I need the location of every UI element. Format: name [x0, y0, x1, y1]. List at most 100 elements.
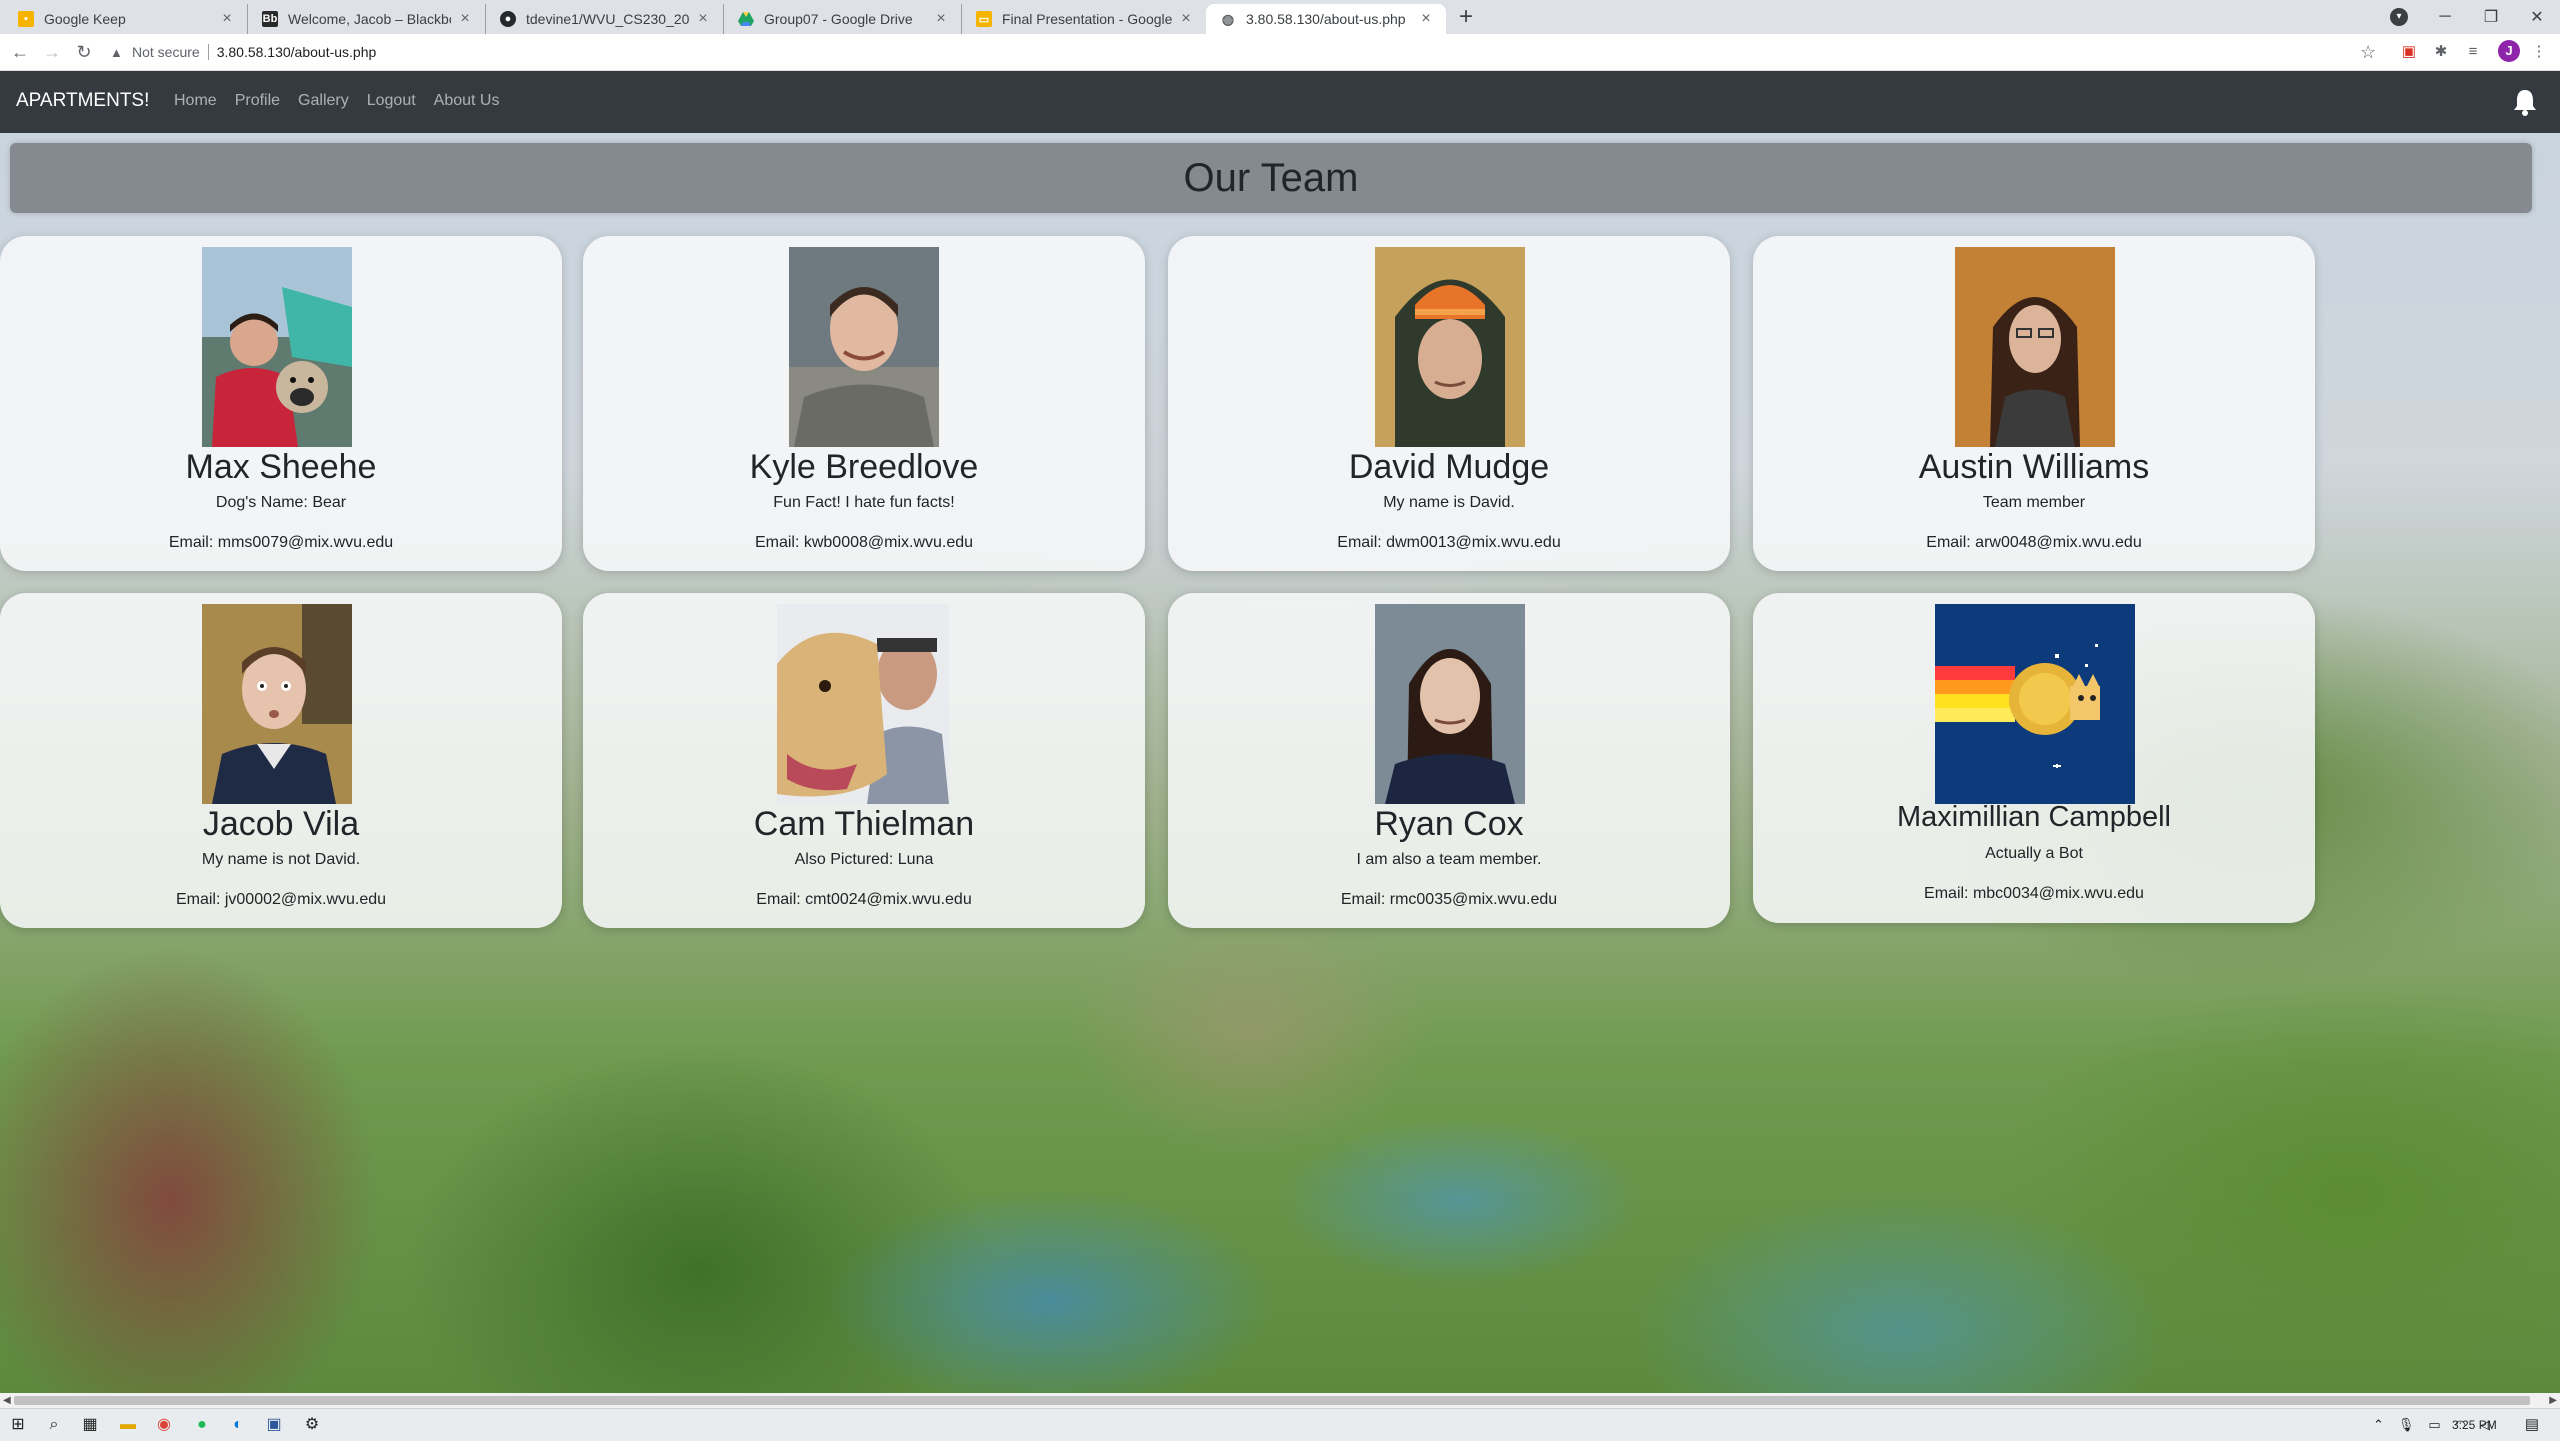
- file-explorer-icon[interactable]: ▬: [118, 1415, 138, 1435]
- member-photo: [1955, 247, 2115, 447]
- microphone-icon[interactable]: 🎙: [2398, 1417, 2415, 1433]
- nav-links: Home Profile Gallery Logout About Us: [174, 92, 517, 110]
- member-email: Email: kwb0008@mix.wvu.edu: [754, 534, 974, 551]
- tab-title: Group07 - Google Drive: [764, 11, 913, 27]
- member-email: Email: cmt0024@mix.wvu.edu: [756, 891, 972, 908]
- new-tab-button[interactable]: +: [1454, 5, 1478, 30]
- extensions-puzzle-icon[interactable]: ✱: [2432, 43, 2450, 61]
- media-icon[interactable]: ≡: [2464, 43, 2482, 61]
- close-icon[interactable]: ×: [695, 11, 711, 27]
- github-icon: ●: [500, 11, 516, 27]
- nav-link-about-us[interactable]: About Us: [434, 92, 500, 110]
- team-member-card: Ryan Cox I am also a team member. Email:…: [1168, 593, 1730, 928]
- horizontal-scrollbar[interactable]: ◀ ▶: [0, 1393, 2560, 1408]
- member-name: Kyle Breedlove: [749, 448, 979, 486]
- notification-bell-icon[interactable]: [2510, 87, 2540, 117]
- url-text[interactable]: 3.80.58.130/about-us.php: [217, 44, 377, 60]
- forward-icon[interactable]: →: [42, 42, 62, 62]
- search-icon[interactable]: ⌕: [44, 1415, 64, 1435]
- edge-icon[interactable]: ◐: [228, 1415, 248, 1435]
- task-view-icon[interactable]: ▦: [80, 1415, 100, 1435]
- member-email: Email: arw0048@mix.wvu.edu: [1926, 534, 2142, 551]
- globe-icon: ◍: [1221, 10, 1235, 27]
- restore-icon[interactable]: ❐: [2468, 0, 2514, 34]
- team-member-card: Jacob Vila My name is not David. Email: …: [0, 593, 562, 928]
- google-keep-icon: ▪: [18, 11, 34, 27]
- member-description: Also Pictured: Luna: [794, 851, 934, 868]
- member-name: Max Sheehe: [185, 448, 377, 486]
- tab-search-icon[interactable]: ▾: [2390, 8, 2408, 26]
- member-email: Email: dwm0013@mix.wvu.edu: [1337, 534, 1561, 551]
- warning-icon[interactable]: ▲: [110, 45, 124, 60]
- member-photo: [202, 247, 352, 447]
- browser-tab-strip: ▪ Google Keep × Bb Welcome, Jacob – Blac…: [0, 0, 2560, 34]
- tab-title: tdevine1/WVU_CS230_2021.01_C: [526, 11, 689, 27]
- member-name: Cam Thielman: [753, 805, 975, 843]
- member-photo: [1935, 604, 2135, 804]
- browser-tab[interactable]: ▪ Google Keep ×: [4, 4, 248, 34]
- close-icon[interactable]: ×: [933, 11, 949, 27]
- member-photo: [777, 604, 949, 804]
- member-photo: [1375, 247, 1525, 447]
- site-navbar: APARTMENTS! Home Profile Gallery Logout …: [0, 71, 2560, 133]
- team-member-card: Cam Thielman Also Pictured: Luna Email: …: [583, 593, 1145, 928]
- chevron-up-icon[interactable]: ⌃: [2373, 1417, 2384, 1433]
- tab-title: 3.80.58.130/about-us.php: [1246, 11, 1406, 27]
- member-email: Email: rmc0035@mix.wvu.edu: [1340, 891, 1558, 908]
- app-icon[interactable]: ▣: [264, 1415, 284, 1435]
- scrollbar-thumb[interactable]: [14, 1396, 2530, 1405]
- address-bar[interactable]: ▲ Not secure 3.80.58.130/about-us.php: [110, 38, 2400, 66]
- chrome-icon[interactable]: ◉: [154, 1415, 174, 1435]
- menu-icon[interactable]: ⋮: [2530, 43, 2548, 61]
- bookmark-star-icon[interactable]: ☆: [2360, 42, 2376, 62]
- taskbar-clock[interactable]: 3:25 PM: [2452, 1418, 2497, 1432]
- member-description: Team member: [1982, 494, 2086, 511]
- page-viewport: APARTMENTS! Home Profile Gallery Logout …: [0, 71, 2560, 1393]
- member-name: Jacob Vila: [202, 805, 360, 843]
- settings-gear-icon[interactable]: ⚙: [302, 1415, 322, 1435]
- close-window-icon[interactable]: ✕: [2514, 0, 2560, 34]
- member-description: I am also a team member.: [1356, 851, 1542, 868]
- team-member-card: Kyle Breedlove Fun Fact! I hate fun fact…: [583, 236, 1145, 571]
- nav-link-home[interactable]: Home: [174, 92, 217, 110]
- scroll-right-icon[interactable]: ▶: [2549, 1395, 2557, 1406]
- notifications-icon[interactable]: ▤: [2522, 1415, 2542, 1435]
- nav-link-gallery[interactable]: Gallery: [298, 92, 349, 110]
- member-description: Dog's Name: Bear: [215, 494, 347, 511]
- battery-icon[interactable]: ▭: [2428, 1417, 2440, 1433]
- member-email: Email: mbc0034@mix.wvu.edu: [1924, 885, 2144, 902]
- window-controls: ─ ❐ ✕: [2422, 0, 2560, 34]
- page-title: Our Team: [1183, 156, 1359, 200]
- browser-tab[interactable]: ▭ Final Presentation - Google Slid ×: [962, 4, 1206, 34]
- browser-tab[interactable]: Bb Welcome, Jacob – Blackboard Le ×: [248, 4, 486, 34]
- nav-link-profile[interactable]: Profile: [235, 92, 280, 110]
- member-description: Fun Fact! I hate fun facts!: [773, 494, 955, 511]
- brand-logo[interactable]: APARTMENTS!: [16, 90, 149, 112]
- nav-link-logout[interactable]: Logout: [367, 92, 416, 110]
- back-icon[interactable]: ←: [10, 42, 30, 62]
- scroll-left-icon[interactable]: ◀: [3, 1395, 11, 1406]
- security-label[interactable]: Not secure: [132, 44, 200, 60]
- close-icon[interactable]: ×: [219, 11, 235, 27]
- page-title-banner: Our Team: [10, 143, 2532, 213]
- browser-tab[interactable]: ● tdevine1/WVU_CS230_2021.01_C ×: [486, 4, 724, 34]
- browser-tab[interactable]: Group07 - Google Drive ×: [724, 4, 962, 34]
- minimize-icon[interactable]: ─: [2422, 0, 2468, 34]
- browser-toolbar: ← → ↻ ▲ Not secure 3.80.58.130/about-us.…: [0, 34, 2560, 71]
- profile-avatar[interactable]: J: [2498, 40, 2520, 62]
- member-email: Email: jv00002@mix.wvu.edu: [175, 891, 387, 908]
- close-icon[interactable]: ×: [1418, 11, 1434, 27]
- blackboard-icon: Bb: [262, 11, 278, 27]
- browser-tab-active[interactable]: ◍ 3.80.58.130/about-us.php ×: [1206, 4, 1446, 34]
- team-member-card: Max Sheehe Dog's Name: Bear Email: mms00…: [0, 236, 562, 571]
- reload-icon[interactable]: ↻: [74, 42, 94, 62]
- close-icon[interactable]: ×: [1178, 11, 1194, 27]
- windows-start-icon[interactable]: ⊞: [8, 1415, 28, 1435]
- team-member-card: Austin Williams Team member Email: arw00…: [1753, 236, 2315, 571]
- extension-icon[interactable]: ▣: [2400, 43, 2418, 61]
- tab-title: Google Keep: [44, 11, 126, 27]
- close-icon[interactable]: ×: [457, 11, 473, 27]
- member-name: David Mudge: [1348, 448, 1550, 486]
- spotify-icon[interactable]: ●: [192, 1415, 212, 1435]
- divider: [207, 44, 209, 60]
